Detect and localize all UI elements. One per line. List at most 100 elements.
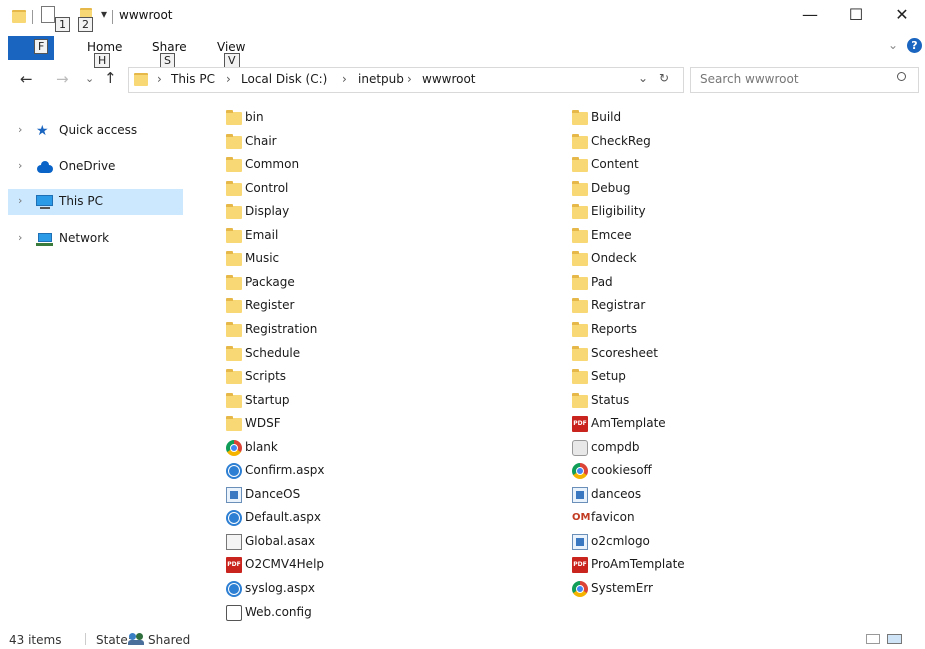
folder-item[interactable]: Content xyxy=(572,154,772,176)
folder-item[interactable]: Setup xyxy=(572,366,772,388)
file-item[interactable]: DanceOS xyxy=(226,484,426,506)
file-item[interactable]: syslog.aspx xyxy=(226,578,426,600)
folder-item[interactable]: Schedule xyxy=(226,343,426,365)
file-name: Scoresheet xyxy=(591,345,658,360)
folder-item[interactable]: Startup xyxy=(226,390,426,412)
folder-item[interactable]: Scripts xyxy=(226,366,426,388)
file-item[interactable]: OM favicon xyxy=(572,507,772,529)
maximize-button[interactable]: ☐ xyxy=(833,0,879,32)
search-icon[interactable] xyxy=(897,72,906,81)
chevron-right-icon[interactable]: › xyxy=(18,194,22,207)
expand-ribbon-icon[interactable]: ⌄ xyxy=(888,38,898,52)
folder-item[interactable]: Emcee xyxy=(572,225,772,247)
file-name: Default.aspx xyxy=(245,510,321,525)
folder-item[interactable]: bin xyxy=(226,107,426,129)
folder-item[interactable]: Ondeck xyxy=(572,248,772,270)
file-item[interactable]: o2cmlogo xyxy=(572,531,772,553)
breadcrumb-separator[interactable]: › xyxy=(226,72,231,86)
folder-item[interactable]: WDSF xyxy=(226,413,426,435)
folder-item[interactable]: Pad xyxy=(572,272,772,294)
file-item[interactable]: Web.config xyxy=(226,602,426,624)
folder-item[interactable]: Chair xyxy=(226,131,426,153)
file-name: Email xyxy=(245,227,279,242)
folder-icon xyxy=(134,73,148,86)
cloud-icon xyxy=(36,159,54,175)
folder-item[interactable]: Control xyxy=(226,178,426,200)
refresh-icon[interactable]: ↻ xyxy=(659,71,669,85)
breadcrumb-separator[interactable]: › xyxy=(157,72,162,86)
chevron-right-icon[interactable]: › xyxy=(18,231,22,244)
nav-item-this-pc[interactable]: › This PC xyxy=(8,189,183,215)
file-item[interactable]: Default.aspx xyxy=(226,507,426,529)
file-name: Package xyxy=(245,274,295,289)
file-name: Display xyxy=(245,204,290,219)
address-bar[interactable]: › This PC › Local Disk (C:) › inetpub › … xyxy=(128,67,684,93)
folder-item[interactable]: Registration xyxy=(226,319,426,341)
file-name: Ondeck xyxy=(591,251,637,266)
folder-item[interactable]: Build xyxy=(572,107,772,129)
folder-item[interactable]: Reports xyxy=(572,319,772,341)
breadcrumb-separator[interactable]: › xyxy=(342,72,347,86)
file-item[interactable]: compdb xyxy=(572,437,772,459)
breadcrumb-wwwroot[interactable]: wwwroot xyxy=(422,72,476,86)
file-item[interactable]: PDF O2CMV4Help xyxy=(226,554,426,576)
image-file-icon xyxy=(226,486,242,503)
breadcrumb-this-pc[interactable]: This PC xyxy=(171,72,215,86)
folder-item[interactable]: Status xyxy=(572,390,772,412)
folder-item[interactable]: Eligibility xyxy=(572,201,772,223)
folder-item[interactable]: Common xyxy=(226,154,426,176)
folder-item[interactable]: CheckReg xyxy=(572,131,772,153)
file-shortcut-badge: F xyxy=(34,39,49,54)
up-arrow-icon[interactable]: ↑ xyxy=(104,69,117,87)
folder-item[interactable]: Display xyxy=(226,201,426,223)
file-item[interactable]: blank xyxy=(226,437,426,459)
file-item[interactable]: Global.asax xyxy=(226,531,426,553)
nav-item-network[interactable]: › Network xyxy=(8,226,183,252)
share-shortcut-badge: S xyxy=(160,53,175,68)
file-item[interactable]: PDF ProAmTemplate xyxy=(572,554,772,576)
folder-item[interactable]: Register xyxy=(226,295,426,317)
address-dropdown-icon[interactable]: ⌄ xyxy=(638,71,648,85)
folder-icon xyxy=(572,157,588,173)
file-item[interactable]: cookiesoff xyxy=(572,460,772,482)
recent-locations-icon[interactable]: ⌄ xyxy=(85,72,94,85)
folder-icon xyxy=(572,369,588,385)
file-item[interactable]: PDF AmTemplate xyxy=(572,413,772,435)
item-count: 43 items xyxy=(9,633,62,647)
forward-arrow-icon[interactable]: → xyxy=(56,70,69,88)
close-button[interactable]: ✕ xyxy=(879,0,925,32)
nav-item-quick-access[interactable]: › ★ Quick access xyxy=(8,118,183,144)
file-item[interactable]: danceos xyxy=(572,484,772,506)
file-name: Reports xyxy=(591,321,638,336)
help-icon[interactable]: ? xyxy=(907,38,922,53)
chevron-right-icon[interactable]: › xyxy=(18,123,22,136)
search-input[interactable]: Search wwwroot xyxy=(700,72,799,86)
properties-icon[interactable] xyxy=(41,6,55,23)
breadcrumb-local-disk[interactable]: Local Disk (C:) xyxy=(241,72,327,86)
folder-item[interactable]: Email xyxy=(226,225,426,247)
tab-share[interactable]: Share xyxy=(152,40,187,54)
large-icons-view-icon[interactable] xyxy=(887,634,902,644)
chevron-right-icon[interactable]: › xyxy=(18,159,22,172)
folder-item[interactable]: Registrar xyxy=(572,295,772,317)
folder-item[interactable]: Music xyxy=(226,248,426,270)
file-tab[interactable]: F xyxy=(8,36,54,60)
search-box[interactable]: Search wwwroot xyxy=(690,67,919,93)
minimize-button[interactable]: — xyxy=(787,0,833,32)
nav-item-onedrive[interactable]: › OneDrive xyxy=(8,154,183,180)
qat-dropdown-icon[interactable]: ▾ xyxy=(101,7,107,21)
file-name: Common xyxy=(245,157,300,172)
tab-home[interactable]: Home xyxy=(87,40,122,54)
folder-item[interactable]: Debug xyxy=(572,178,772,200)
back-arrow-icon[interactable]: ← xyxy=(20,70,33,88)
tab-view[interactable]: View xyxy=(217,40,245,54)
breadcrumb-inetpub[interactable]: inetpub xyxy=(358,72,404,86)
details-view-icon[interactable] xyxy=(866,634,880,644)
file-item[interactable]: Confirm.aspx xyxy=(226,460,426,482)
file-item[interactable]: SystemErr xyxy=(572,578,772,600)
breadcrumb-separator[interactable]: › xyxy=(407,72,412,86)
network-icon xyxy=(36,231,54,247)
folder-item[interactable]: Scoresheet xyxy=(572,343,772,365)
folder-item[interactable]: Package xyxy=(226,272,426,294)
folder-icon xyxy=(572,204,588,220)
